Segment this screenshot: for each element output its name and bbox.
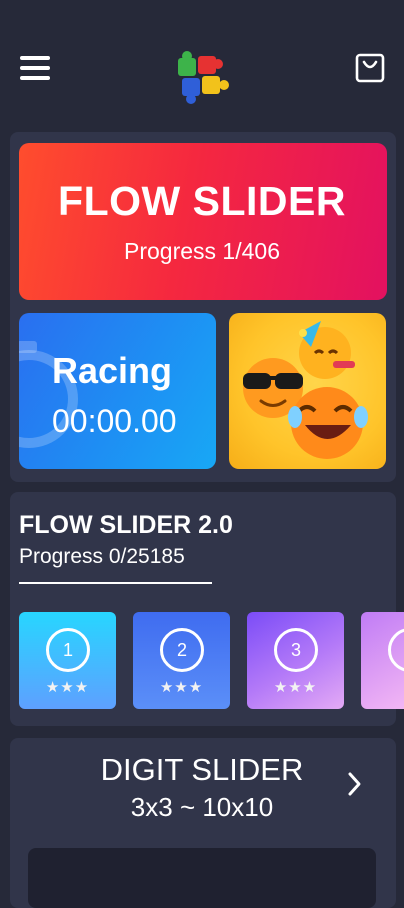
flow-slider-progress: Progress 1/406	[124, 238, 280, 264]
level-stars: ★★★	[159, 679, 204, 696]
emoji-game-card[interactable]	[229, 313, 386, 469]
flow-slider-title: FLOW SLIDER	[58, 178, 346, 224]
hamburger-menu-icon[interactable]	[20, 56, 50, 80]
party-emoji	[299, 321, 355, 379]
racing-timer: 00:00.00	[52, 403, 177, 439]
chevron-right-icon[interactable]	[344, 770, 364, 798]
flow-slider-2-title: FLOW SLIDER 2.0	[19, 511, 233, 539]
level-card-3[interactable]: 3 ★★★	[247, 612, 344, 709]
digit-slider-preview	[28, 848, 376, 908]
puzzle-logo-icon	[174, 50, 232, 106]
level-card-2[interactable]: 2 ★★★	[133, 612, 230, 709]
level-stars: ★★★	[45, 679, 90, 696]
level-card-1[interactable]: 1 ★★★	[19, 612, 116, 709]
progress-underline	[19, 582, 212, 584]
level-stars: ★★★	[273, 679, 318, 696]
shopping-bag-icon[interactable]	[354, 52, 386, 84]
flow-slider-2-progress: Progress 0/25185	[19, 545, 185, 568]
racing-title: Racing	[52, 350, 173, 391]
level-number: 2	[160, 628, 204, 672]
level-number: 3	[274, 628, 318, 672]
level-card-4[interactable]: 4 ★★★	[361, 612, 404, 709]
level-number: 4	[388, 628, 404, 672]
level-number: 1	[46, 628, 90, 672]
